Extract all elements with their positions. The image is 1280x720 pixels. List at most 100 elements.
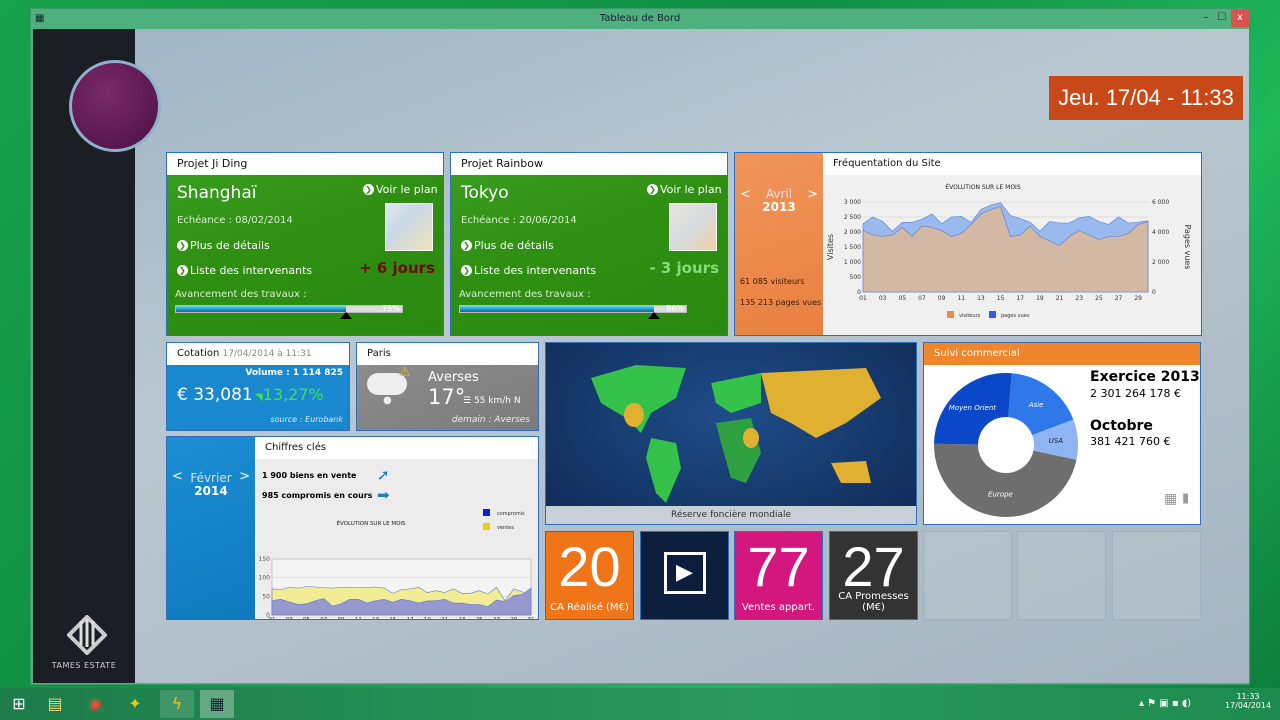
x-tick-label: 27 (1115, 295, 1123, 302)
legend-swatch (947, 311, 954, 318)
see-plan-link[interactable]: Voir le plan (363, 183, 438, 196)
video-tile[interactable]: ▶ (640, 531, 729, 620)
legend-swatch (989, 311, 996, 318)
avatar[interactable] (69, 60, 161, 152)
system-tray-icons[interactable]: ▴ ⚑ ▣ ▪ ◖) (1130, 690, 1200, 718)
x-tick-label: 25 (1095, 295, 1103, 302)
taskbar-clock[interactable]: 11:33 17/04/2014 (1220, 692, 1276, 710)
world-map-tile[interactable]: Réserve foncière mondiale (545, 342, 917, 525)
progress-text: 86% (666, 304, 684, 313)
progress-text: 75% (382, 304, 400, 313)
app-icon[interactable]: ✦ (118, 690, 152, 718)
sales-donut-chart: Asie USA Europe Moyen Orient (934, 373, 1078, 518)
clock-date: 17/04/2014 (1224, 701, 1272, 710)
file-explorer-icon[interactable]: ▤ (38, 690, 72, 718)
kpi-value: 20 (558, 535, 621, 598)
start-button[interactable]: ⊞ (2, 690, 36, 718)
deadline: Echéance : 08/02/2014 (177, 215, 293, 226)
tile-title: Projet Ji Ding (167, 153, 443, 175)
wind-icon: ☰ (463, 396, 472, 406)
y-tick-label: 50 (262, 593, 270, 600)
traffic-month-panel: < > Avril 2013 61 085 visiteurs 135 213 … (735, 153, 823, 335)
project-city: Tokyo (461, 183, 509, 203)
kpi-tile-sales[interactable]: 77 Ventes appart. (734, 531, 823, 620)
x-tick-label: 19 (424, 617, 431, 620)
map-caption: Réserve foncière mondiale (546, 506, 916, 524)
x-tick-label: 21 (441, 617, 448, 620)
table-view-icon[interactable]: ▦ (1164, 491, 1177, 507)
map-thumbnail[interactable] (385, 203, 433, 251)
cloud-rain-icon: ● ⚠ (367, 365, 411, 406)
see-plan-link[interactable]: Voir le plan (647, 183, 722, 196)
x-tick-label: 15 (389, 617, 396, 620)
y2-tick-label: 2 000 (1152, 259, 1169, 266)
close-button[interactable]: x (1231, 9, 1249, 27)
x-tick-label: 25 (476, 617, 483, 620)
delay: - 3 jours (649, 259, 719, 277)
x-tick-label: 31 (528, 617, 535, 620)
x-tick-label: 23 (458, 617, 465, 620)
slice-label: Moyen Orient (949, 404, 997, 412)
x-tick-label: 11 (355, 617, 362, 620)
year: 2014 (194, 484, 228, 498)
kpi-value: 77 (747, 535, 810, 598)
project-tile-jiding[interactable]: Projet Ji Ding Shanghaï Voir le plan Ech… (166, 152, 444, 336)
year: 2013 (762, 200, 796, 214)
contributors-link[interactable]: Liste des intervenants (177, 264, 312, 277)
wind-value: 55 km/h N (473, 396, 521, 406)
legend-label: pages vues (1001, 313, 1030, 319)
dashboard-app-icon[interactable]: ▦ (200, 690, 234, 718)
month: Février (190, 471, 232, 485)
progress-label: Avancement des travaux : (459, 289, 591, 300)
x-tick-label: 15 (997, 295, 1005, 302)
kpi-label: CA Promesses (M€) (838, 591, 909, 613)
tile-title: Cotation (177, 348, 220, 359)
deadline: Echéance : 20/06/2014 (461, 215, 577, 226)
brand-name: TAMES ESTATE (51, 661, 117, 670)
map-thumbnail[interactable] (669, 203, 717, 251)
x-tick-label: 13 (372, 617, 379, 620)
quote-tile: Cotation 17/04/2014 à 11:31 Volume : 1 1… (166, 342, 350, 431)
project-city: Shanghaï (177, 183, 257, 203)
y-tick-label: 100 (259, 575, 271, 582)
bar-chart-view-icon[interactable]: ▮ (1182, 491, 1189, 506)
change-value: 13,27% (262, 385, 324, 404)
title-bar[interactable]: ▦ Tableau de Bord (31, 9, 1249, 29)
x-tick-label: 05 (303, 617, 310, 620)
tile-title: Paris (357, 343, 538, 365)
x-tick-label: 23 (1075, 295, 1083, 302)
world-map (591, 365, 881, 503)
clock-time: 11:33 (1236, 692, 1260, 701)
legend-label: ventes (497, 525, 514, 531)
x-tick-label: 27 (493, 617, 500, 620)
date-time: Jeu. 17/04 - 11:33 (1049, 76, 1243, 120)
minimize-button[interactable]: – (1199, 9, 1213, 27)
logo-icon (67, 615, 157, 655)
tile-title: Chiffres clés (255, 437, 538, 459)
chrome-icon[interactable]: ◉ (78, 690, 112, 718)
delay: + 6 jours (359, 259, 435, 277)
y2-tick-label: 4 000 (1152, 229, 1169, 236)
x-tick-label: 21 (1056, 295, 1064, 302)
contributors-link[interactable]: Liste des intervenants (461, 264, 596, 277)
slice-label: Asie (1028, 401, 1044, 409)
fiscal-year-label: Exercice 2013 (1090, 369, 1200, 385)
condition: Averses (428, 370, 479, 385)
x-tick-label: 01 (269, 617, 276, 620)
project-tile-rainbow[interactable]: Projet Rainbow Tokyo Voir le plan Echéan… (450, 152, 728, 336)
kpi-tile-revenue[interactable]: 20 CA Réalisé (M€) (545, 531, 634, 620)
slice-label: Europe (988, 491, 1013, 499)
app-icon[interactable]: ϟ (160, 690, 194, 718)
details-link[interactable]: Plus de détails (177, 239, 270, 252)
kpi-tile-promises[interactable]: 27 CA Promesses (M€) (829, 531, 918, 620)
kpi-label: Ventes appart. (741, 602, 816, 613)
volume: Volume : 1 114 825 (245, 368, 343, 378)
details-link[interactable]: Plus de détails (461, 239, 554, 252)
y2-axis-label: Pages vues (1183, 225, 1192, 270)
y-tick-label: 2 000 (844, 229, 861, 236)
maximize-button[interactable]: ☐ (1215, 9, 1229, 27)
empty-tile (1017, 531, 1106, 620)
x-tick-label: 29 (510, 617, 517, 620)
y-tick-label: 500 (850, 274, 862, 281)
key-figures-chart: ÉVOLUTION SUR LE MOIScompromisventes1501… (259, 509, 535, 620)
